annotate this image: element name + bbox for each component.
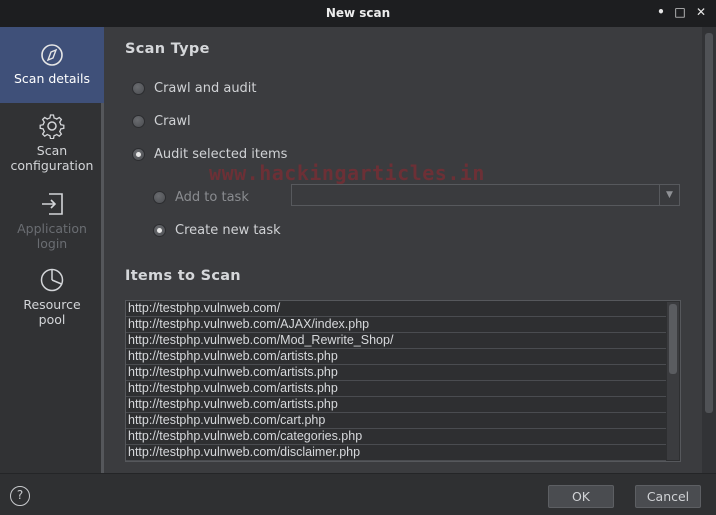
radio-crawl-and-audit[interactable]: Crawl and audit: [132, 81, 257, 96]
sidebar-item-label: Scan configuration: [10, 143, 94, 173]
ok-button[interactable]: OK: [548, 485, 614, 508]
help-icon[interactable]: ?: [10, 486, 30, 506]
sidebar-item-label: Resource pool: [23, 297, 81, 327]
radio-label: Add to task: [175, 190, 249, 205]
sidebar-item-label: Scan details: [13, 71, 90, 86]
gear-icon: [39, 114, 65, 139]
list-item[interactable]: http://testphp.vulnweb.com/AJAX/index.ph…: [126, 317, 666, 333]
list-item[interactable]: http://testphp.vulnweb.com/categories.ph…: [126, 429, 666, 445]
sidebar-item-scan-details[interactable]: Scan details: [0, 27, 104, 103]
list-item[interactable]: http://testphp.vulnweb.com/artists.php: [126, 381, 666, 397]
radio-label: Audit selected items: [154, 147, 288, 162]
list-item[interactable]: http://testphp.vulnweb.com/artists.php: [126, 365, 666, 381]
radio-button-selected[interactable]: [132, 148, 145, 161]
sidebar: Scan details Scan configuration Applicat…: [0, 27, 104, 473]
list-item[interactable]: http://testphp.vulnweb.com/artists.php: [126, 349, 666, 365]
cancel-button[interactable]: Cancel: [635, 485, 701, 508]
items-list[interactable]: http://testphp.vulnweb.com/ http://testp…: [125, 300, 681, 462]
title-bar: New scan • □ ✕: [0, 0, 716, 27]
task-select[interactable]: ▼: [291, 184, 680, 206]
radio-button[interactable]: [132, 82, 145, 95]
radio-button[interactable]: [132, 115, 145, 128]
radio-label: Create new task: [175, 223, 281, 238]
login-icon: [42, 193, 63, 215]
sidebar-item-resource-pool[interactable]: Resource pool: [0, 267, 104, 327]
footer-bar: ? OK Cancel: [0, 473, 716, 515]
watermark: www.hackingarticles.in: [209, 161, 485, 185]
minimize-button[interactable]: •: [654, 5, 668, 19]
sidebar-item-application-login: Application login: [0, 191, 104, 251]
compass-icon: [41, 44, 63, 66]
list-item[interactable]: http://testphp.vulnweb.com/disclaimer.ph…: [126, 445, 666, 461]
list-item[interactable]: http://testphp.vulnweb.com/cart.php: [126, 413, 666, 429]
radio-add-to-task[interactable]: Add to task: [153, 190, 249, 205]
sidebar-item-scan-configuration[interactable]: Scan configuration: [0, 113, 104, 173]
scan-details-panel: Scan Type Crawl and audit Crawl Audit se…: [107, 27, 702, 473]
panel-scrollbar-thumb[interactable]: [705, 33, 713, 413]
window-title: New scan: [325, 6, 391, 20]
list-item[interactable]: http://testphp.vulnweb.com/: [126, 301, 666, 317]
list-scrollbar-thumb[interactable]: [669, 304, 677, 374]
list-item[interactable]: http://testphp.vulnweb.com/artists.php: [126, 397, 666, 413]
close-button[interactable]: ✕: [694, 5, 708, 19]
list-item[interactable]: http://testphp.vulnweb.com/Mod_Rewrite_S…: [126, 333, 666, 349]
chevron-down-icon[interactable]: ▼: [659, 185, 679, 205]
panel-scrollbar[interactable]: [702, 27, 716, 473]
list-scrollbar[interactable]: [667, 302, 679, 460]
radio-button[interactable]: [153, 191, 166, 204]
radio-audit-selected-items[interactable]: Audit selected items: [132, 147, 287, 162]
pie-chart-icon: [40, 268, 64, 292]
radio-create-new-task[interactable]: Create new task: [153, 223, 281, 238]
radio-label: Crawl and audit: [154, 81, 257, 96]
radio-crawl[interactable]: Crawl: [132, 114, 191, 129]
scan-type-title: Scan Type: [125, 41, 210, 57]
radio-label: Crawl: [154, 114, 191, 129]
sidebar-item-label: Application login: [17, 221, 87, 251]
maximize-button[interactable]: □: [673, 5, 687, 19]
radio-button-selected[interactable]: [153, 224, 166, 237]
items-to-scan-title: Items to Scan: [125, 268, 241, 284]
